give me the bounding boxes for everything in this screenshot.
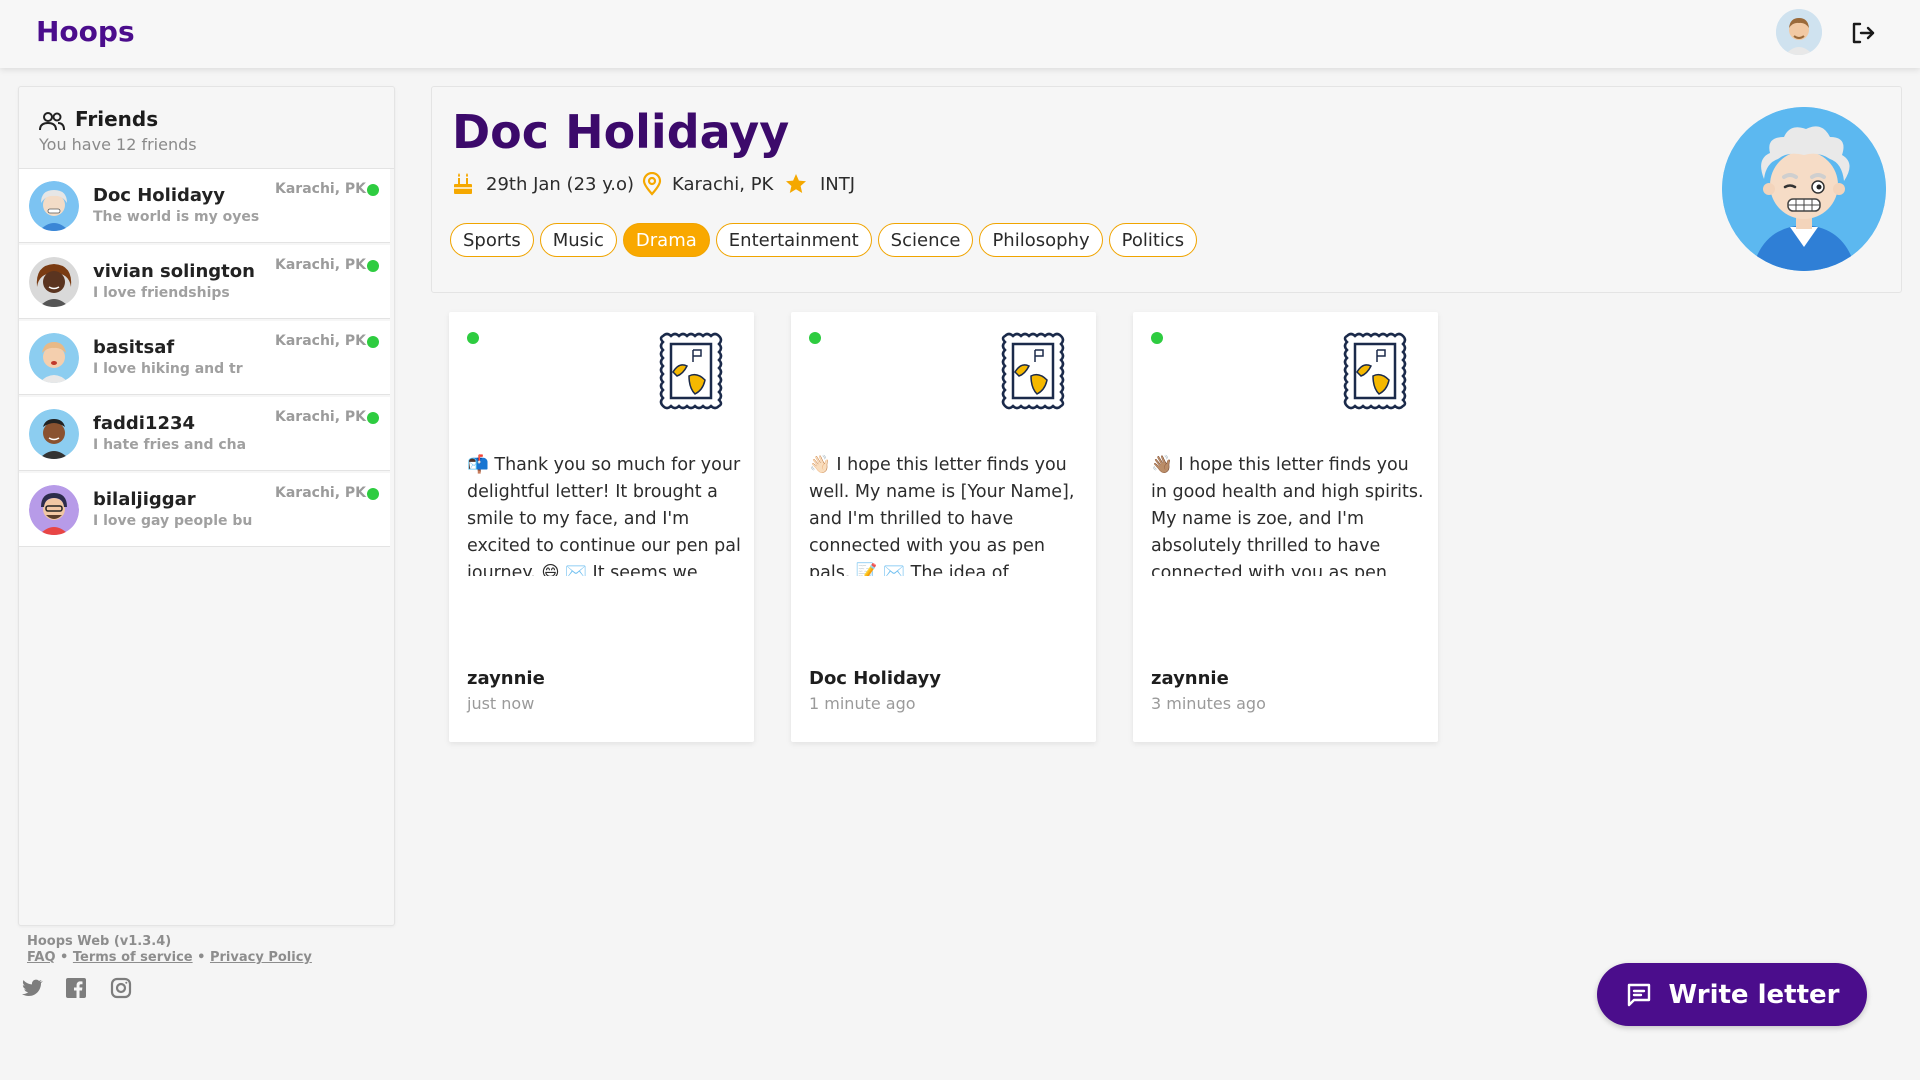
letter-card[interactable]: 📬 Thank you so much for your delightful … (449, 312, 754, 742)
tag-entertainment[interactable]: Entertainment (715, 223, 872, 257)
link-separator: • (197, 950, 206, 965)
friend-status: I love hiking and tr (93, 361, 243, 377)
letter-emoji: 👋🏻 (809, 455, 831, 475)
letter-sender: zaynnie (467, 668, 545, 689)
letter-emoji: 👋🏽 (1151, 455, 1173, 475)
online-indicator (367, 412, 379, 424)
location-text: Karachi, PK (672, 173, 774, 195)
unread-indicator (1151, 332, 1163, 344)
letter-emoji: 📬 (467, 455, 489, 475)
friend-item[interactable]: bilaljiggar I love gay people bu Karachi… (19, 473, 390, 547)
location-pin-icon (642, 172, 662, 196)
letter-card[interactable]: 👋🏽 I hope this letter finds you in good … (1133, 312, 1438, 742)
tag-science[interactable]: Science (877, 223, 974, 257)
avatar (29, 485, 79, 535)
tag-philosophy[interactable]: Philosophy (979, 223, 1103, 257)
profile-name: Doc Holidayy (452, 105, 790, 159)
friends-header: Friends You have 12 friends (19, 87, 394, 169)
friend-status: I hate fries and cha (93, 437, 247, 453)
letter-preview: 👋🏻 I hope this letter finds you well. My… (809, 452, 1084, 576)
friend-status: The world is my oyes (93, 209, 260, 225)
stamp-icon (659, 332, 723, 410)
brand-logo[interactable]: Hoops (36, 15, 135, 48)
friend-location: Karachi, PK (275, 485, 367, 501)
letter-time: just now (467, 694, 535, 713)
letter-text: I hope this letter finds you well. My na… (809, 455, 1075, 576)
online-indicator (367, 260, 379, 272)
logout-icon[interactable] (1848, 18, 1878, 48)
letter-sender: Doc Holidayy (809, 668, 941, 689)
app-version: Hoops Web (v1.3.4) (27, 934, 172, 949)
write-letter-button[interactable]: Write letter (1597, 963, 1867, 1026)
user-avatar[interactable] (1776, 9, 1822, 55)
friends-title: Friends (75, 107, 159, 131)
cake-icon (454, 173, 472, 194)
twitter-icon[interactable] (20, 976, 44, 1000)
friend-status: I love gay people bu (93, 513, 253, 529)
instagram-icon[interactable] (109, 976, 133, 1000)
online-indicator (367, 336, 379, 348)
friends-icon (39, 112, 65, 131)
tag-music[interactable]: Music (539, 223, 617, 257)
avatar (29, 333, 79, 383)
facebook-icon[interactable] (64, 976, 88, 1000)
faq-link[interactable]: FAQ (27, 950, 56, 965)
friend-location: Karachi, PK (275, 409, 367, 425)
avatar (29, 181, 79, 231)
friend-name: faddi1234 (93, 413, 196, 434)
location-info (642, 171, 662, 197)
friend-location: Karachi, PK (275, 181, 367, 197)
online-indicator (367, 488, 379, 500)
birthday-info (452, 171, 474, 197)
friend-location: Karachi, PK (275, 257, 367, 273)
footer-links: FAQ • Terms of service • Privacy Policy (27, 950, 312, 965)
letter-card[interactable]: 👋🏻 I hope this letter finds you well. My… (791, 312, 1096, 742)
stamp-icon (1343, 332, 1407, 410)
friend-item[interactable]: Doc Holidayy The world is my oyes Karach… (19, 169, 390, 243)
friend-item[interactable]: vivian solington I love friendships Kara… (19, 245, 390, 319)
link-separator: • (60, 950, 69, 965)
stamp-icon (1001, 332, 1065, 410)
unread-indicator (809, 332, 821, 344)
tag-sports[interactable]: Sports (450, 223, 534, 257)
profile-card: Doc Holidayy 29th Jan (23 y.o) Karachi, … (431, 86, 1902, 293)
friend-name: bilaljiggar (93, 489, 196, 510)
personality-info (784, 171, 808, 197)
avatar (29, 409, 79, 459)
friend-location: Karachi, PK (275, 333, 367, 349)
friends-sidebar: Friends You have 12 friends Doc Holidayy… (18, 86, 395, 926)
tag-politics[interactable]: Politics (1108, 223, 1198, 257)
write-letter-label: Write letter (1668, 979, 1840, 1010)
star-icon (786, 174, 806, 193)
friends-count: You have 12 friends (39, 135, 197, 154)
avatar (29, 257, 79, 307)
unread-indicator (467, 332, 479, 344)
letter-text: Thank you so much for your delightful le… (467, 455, 741, 576)
friend-status: I love friendships (93, 285, 230, 301)
friend-name: Doc Holidayy (93, 185, 225, 206)
letter-text: I hope this letter finds you in good hea… (1151, 455, 1424, 576)
birthday-text: 29th Jan (23 y.o) (486, 173, 635, 195)
top-bar: Hoops (0, 0, 1920, 68)
tag-drama[interactable]: Drama (622, 223, 710, 257)
letter-time: 1 minute ago (809, 694, 916, 713)
friend-name: basitsaf (93, 337, 175, 358)
friend-item[interactable]: basitsaf I love hiking and tr Karachi, P… (19, 321, 390, 395)
personality-text: INTJ (820, 173, 856, 195)
letter-time: 3 minutes ago (1151, 694, 1266, 713)
letter-preview: 📬 Thank you so much for your delightful … (467, 452, 742, 576)
terms-link[interactable]: Terms of service (73, 950, 193, 965)
friend-item[interactable]: faddi1234 I hate fries and cha Karachi, … (19, 397, 390, 471)
friend-name: vivian solington (93, 261, 255, 282)
profile-avatar (1722, 107, 1886, 271)
letter-sender: zaynnie (1151, 668, 1229, 689)
interest-tags: Sports Music Drama Entertainment Science… (450, 223, 1198, 257)
message-icon (1627, 983, 1650, 1006)
online-indicator (367, 184, 379, 196)
privacy-link[interactable]: Privacy Policy (210, 950, 312, 965)
letter-preview: 👋🏽 I hope this letter finds you in good … (1151, 452, 1426, 576)
